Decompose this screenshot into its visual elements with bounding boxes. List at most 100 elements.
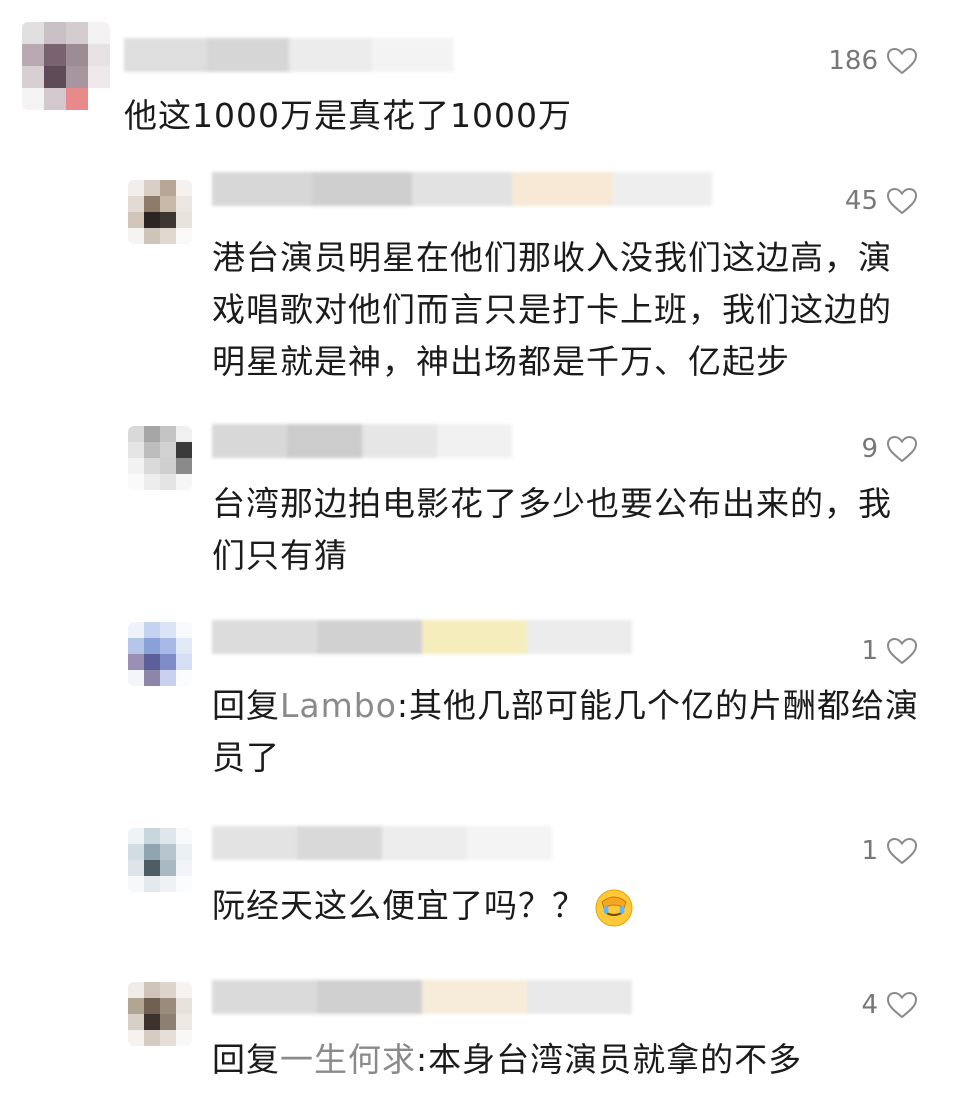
avatar-pixel <box>144 876 160 892</box>
avatar-pixel <box>176 876 192 892</box>
avatar-pixel <box>176 212 192 228</box>
avatar[interactable] <box>128 622 192 686</box>
avatar-pixel <box>144 474 160 490</box>
avatar-pixel <box>160 638 176 654</box>
mention-link[interactable]: Lambo <box>280 686 397 725</box>
mention-link[interactable]: 一生何求 <box>280 1040 416 1079</box>
like-count: 186 <box>828 46 878 76</box>
username-blur-segment <box>362 424 437 458</box>
avatar-pixel <box>44 88 66 110</box>
avatar-pixel <box>128 998 144 1014</box>
like-button[interactable]: 186 <box>828 46 918 76</box>
avatar-pixel <box>160 982 176 998</box>
comment-text: 港台演员明星在他们那收入没我们这边高，演戏唱歌对他们而言只是打卡上班，我们这边的… <box>212 238 892 381</box>
avatar-pixel <box>128 426 144 442</box>
username-blur-segment <box>437 424 512 458</box>
username-blur-segment <box>212 424 287 458</box>
username-blurred[interactable] <box>124 38 454 72</box>
heart-outline-icon <box>886 991 918 1019</box>
avatar-pixel <box>128 458 144 474</box>
avatar-pixel <box>160 622 176 638</box>
username-blur-segment <box>527 980 632 1014</box>
avatar-pixel <box>160 654 176 670</box>
avatar-pixel <box>144 458 160 474</box>
like-button[interactable]: 45 <box>845 186 918 216</box>
avatar-pixel <box>160 844 176 860</box>
username-blurred[interactable] <box>212 424 512 458</box>
avatar-pixel <box>176 844 192 860</box>
username-blur-segment <box>312 172 412 206</box>
comment-text: 台湾那边拍电影花了多少也要公布出来的，我们只有猜 <box>212 484 892 575</box>
like-button[interactable]: 9 <box>861 434 918 464</box>
avatar-pixel <box>176 180 192 196</box>
like-count: 45 <box>844 186 878 216</box>
avatar-pixel <box>128 860 144 876</box>
avatar-pixel <box>88 22 110 44</box>
avatar-pixel <box>128 1030 144 1046</box>
avatar-pixel <box>128 196 144 212</box>
avatar-pixel <box>160 458 176 474</box>
username-blur-segment <box>212 620 317 654</box>
avatar-pixel <box>88 66 110 88</box>
like-button[interactable]: 4 <box>861 990 918 1020</box>
avatar-pixel <box>160 212 176 228</box>
avatar-pixel <box>160 876 176 892</box>
avatar-pixel <box>66 88 88 110</box>
avatar-pixel <box>144 622 160 638</box>
avatar[interactable] <box>22 22 110 110</box>
username-blurred[interactable] <box>212 620 632 654</box>
avatar[interactable] <box>128 426 192 490</box>
avatar-pixel <box>144 638 160 654</box>
avatar-pixel <box>176 654 192 670</box>
like-button[interactable]: 1 <box>861 636 918 666</box>
avatar-pixel <box>128 622 144 638</box>
username-blur-segment <box>289 38 372 72</box>
username-blur-segment <box>382 826 467 860</box>
avatar-pixel <box>176 828 192 844</box>
avatar-pixel <box>176 638 192 654</box>
avatar-pixel <box>22 22 44 44</box>
avatar-pixel <box>144 1030 160 1046</box>
avatar-pixel <box>176 860 192 876</box>
username-blur-segment <box>467 826 552 860</box>
avatar[interactable] <box>128 828 192 892</box>
avatar-pixel <box>144 212 160 228</box>
username-blur-segment <box>297 826 382 860</box>
avatar-pixel <box>128 670 144 686</box>
like-button[interactable]: 1 <box>861 836 918 866</box>
avatar-pixel <box>22 44 44 66</box>
like-count: 4 <box>861 990 878 1020</box>
avatar-pixel <box>176 426 192 442</box>
avatar-pixel <box>160 426 176 442</box>
username-blur-segment <box>212 980 317 1014</box>
avatar-pixel <box>160 196 176 212</box>
avatar-pixel <box>144 844 160 860</box>
avatar-pixel <box>144 982 160 998</box>
avatar-pixel <box>128 474 144 490</box>
like-count: 1 <box>861 836 878 866</box>
avatar-pixel <box>44 66 66 88</box>
comment-text: 他这1000万是真花了1000万 <box>124 96 572 135</box>
username-blurred[interactable] <box>212 172 712 206</box>
avatar-pixel <box>128 212 144 228</box>
username-blurred[interactable] <box>212 826 552 860</box>
avatar-pixel <box>160 1030 176 1046</box>
avatar-pixel <box>22 88 44 110</box>
avatar-pixel <box>144 180 160 196</box>
avatar-pixel <box>176 458 192 474</box>
avatar-pixel <box>160 998 176 1014</box>
avatar-pixel <box>176 998 192 1014</box>
avatar[interactable] <box>128 180 192 244</box>
avatar-pixel <box>144 442 160 458</box>
avatar-pixel <box>144 196 160 212</box>
comment-text: 回复一生何求:本身台湾演员就拿的不多 <box>212 1040 803 1079</box>
avatar-pixel <box>176 982 192 998</box>
username-blurred[interactable] <box>212 980 632 1014</box>
username-blur-segment <box>412 172 512 206</box>
avatar-pixel <box>128 828 144 844</box>
avatar-pixel <box>144 1014 160 1030</box>
avatar[interactable] <box>128 982 192 1046</box>
avatar-pixel <box>128 654 144 670</box>
avatar-pixel <box>160 1014 176 1030</box>
username-blur-segment <box>422 980 527 1014</box>
